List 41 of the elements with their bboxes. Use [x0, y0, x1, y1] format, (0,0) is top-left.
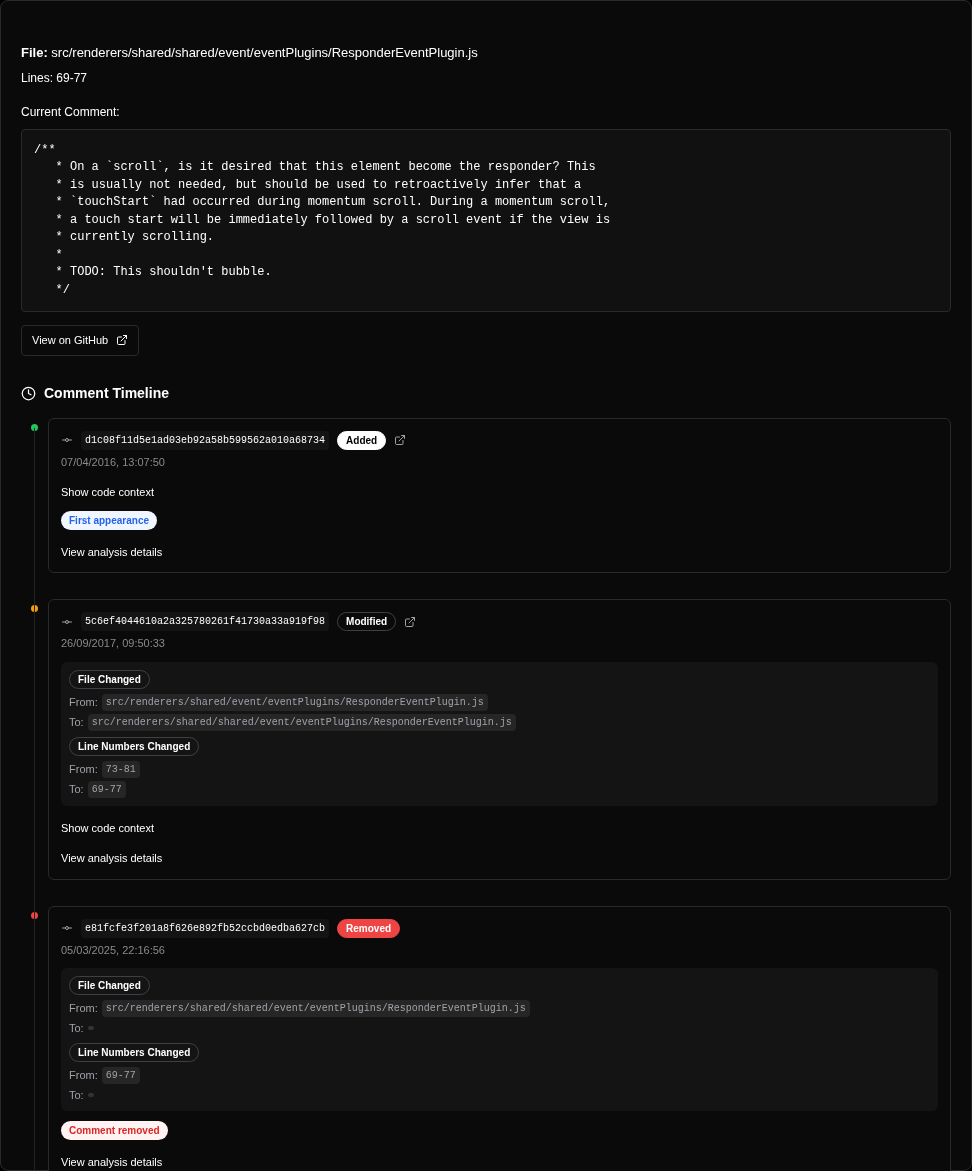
github-button[interactable]: View on GitHub — [21, 325, 140, 356]
to-value: 69-77 — [87, 780, 126, 798]
to-value: src/renderers/shared/shared/event/eventPlugins/ResponderEventPlugin.js — [87, 713, 516, 731]
from-label: From: — [69, 1001, 98, 1017]
from-value: src/renderers/shared/event/eventPlugins/ResponderEventPlugin.js — [101, 693, 488, 711]
status-tag: Comment removed — [61, 1121, 168, 1140]
current-comment-label: Current Comment: — [21, 103, 121, 121]
commit-hash: e81fcfe3f201a8f626e892fb52ccbd0edba627cb — [81, 918, 330, 938]
status-badge: Added — [337, 430, 387, 450]
to-label: To: — [69, 1087, 84, 1103]
commit-hash: d1c08f11d5e1ad03eb92a58b599562a010a68734 — [81, 430, 330, 450]
file-path: File: src/renderers/shared/shared/event/eventPlugins/ResponderEventPlugin.js — [21, 44, 479, 62]
analysis-details-link[interactable]: View analysis details — [61, 850, 163, 867]
code-context-link[interactable]: Show code context — [61, 484, 154, 501]
external-link-icon[interactable] — [394, 434, 407, 446]
empty-value — [87, 1026, 94, 1031]
from-value: 73-81 — [101, 760, 140, 778]
commit-date: 07/04/2016, 13:07:50 — [61, 454, 166, 470]
analysis-details-link[interactable]: View analysis details — [61, 543, 163, 560]
from-value: 69-77 — [101, 1066, 140, 1084]
to-label: To: — [69, 781, 84, 797]
to-label: To: — [69, 714, 84, 730]
timeline-title: Comment Timeline — [44, 383, 169, 403]
from-label: From: — [69, 761, 98, 777]
commit-hash: 5c6ef4044610a2a325780261f41730a33a919f98 — [81, 612, 330, 631]
analysis-details-link[interactable]: View analysis details — [61, 1154, 163, 1171]
status-badge: Removed — [337, 918, 401, 938]
from-value: src/renderers/shared/shared/event/eventPlugins/ResponderEventPlugin.js — [101, 1000, 530, 1017]
comment-code-block: /** * On a `scroll`, is it desired that this element become the responder? This * is usually not needed, but should be used to retroactively infer that a * `touchStart` had occurred during momentum scroll. During a momentum scroll, * a touch start will be immediately followed by a scroll event if the view is * currently scrolling. * * TODO: This shouldn't bubble. */ — [21, 128, 951, 312]
status-tag: First appearance — [61, 510, 158, 530]
empty-value — [87, 1092, 94, 1097]
clock-icon — [21, 385, 36, 401]
external-link-icon[interactable] — [404, 615, 417, 628]
from-label: From: — [69, 694, 98, 710]
from-label: From: — [69, 1067, 98, 1083]
code-context-link[interactable]: Show code context — [61, 819, 154, 836]
to-label: To: — [69, 1021, 84, 1036]
commit-date: 26/09/2017, 09:50:33 — [61, 636, 166, 651]
external-link-icon — [116, 334, 129, 347]
commit-date: 05/03/2025, 22:16:56 — [61, 942, 166, 958]
line-range: Lines: 69-77 — [21, 69, 89, 87]
